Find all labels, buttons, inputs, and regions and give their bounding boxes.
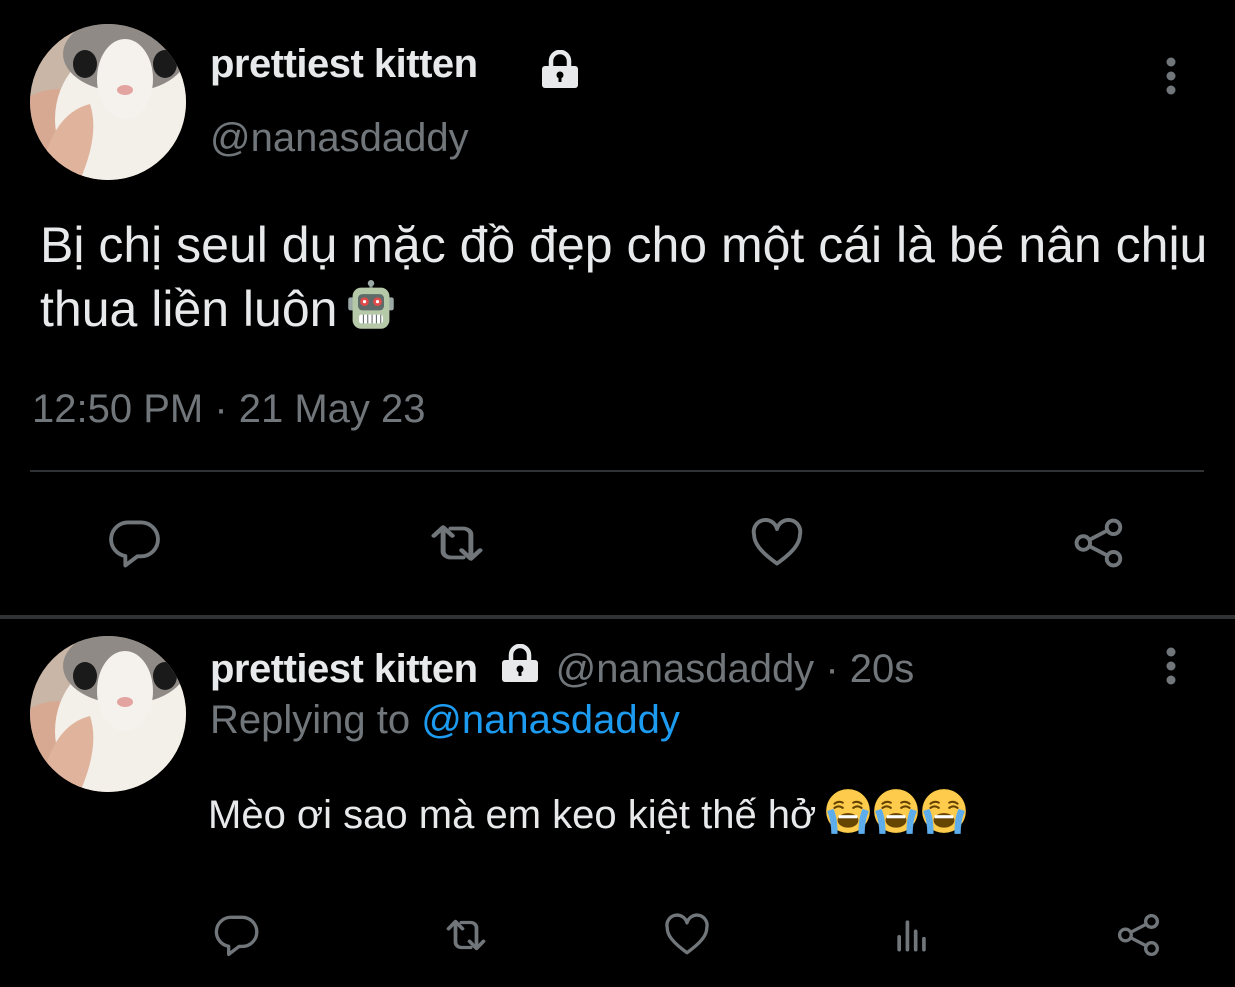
loudly-crying-face-emoji-icon <box>870 786 922 836</box>
retweet-button[interactable] <box>420 514 494 577</box>
more-options-icon[interactable] <box>1160 646 1182 691</box>
heart-icon <box>748 514 806 572</box>
reply-text: Mèo ơi sao mà em keo kiệt thế hở <box>208 786 966 846</box>
retweet-icon <box>420 514 494 572</box>
cat-avatar-image <box>30 24 186 180</box>
reply-text-content: Mèo ơi sao mà em keo kiệt thế hở <box>208 793 817 837</box>
loudly-crying-face-emoji-icon <box>918 786 970 836</box>
lock-icon <box>498 644 542 694</box>
retweet-button[interactable] <box>438 910 494 965</box>
reply-header: prettiest kitten @nanasdaddy · 20s <box>210 644 914 694</box>
more-options-icon[interactable] <box>1160 56 1182 101</box>
tweet-timestamp[interactable]: 12:50 PM · 21 May 23 <box>32 387 426 432</box>
replying-to-label: Replying to <box>210 698 411 742</box>
lock-icon <box>538 50 582 90</box>
divider <box>30 470 1204 472</box>
replying-to-line: Replying to @nanasdaddy <box>210 698 680 743</box>
like-button[interactable] <box>748 514 806 577</box>
share-button[interactable] <box>1070 514 1128 577</box>
reply-icon <box>212 910 262 960</box>
share-button[interactable] <box>1114 910 1164 965</box>
share-icon <box>1114 910 1164 960</box>
replying-to-handle-link[interactable]: @nanasdaddy <box>421 698 680 742</box>
retweet-icon <box>438 910 494 960</box>
stats-icon <box>890 910 934 960</box>
tweet-text-content: Bị chị seul dụ mặc đồ đẹp cho một cái là… <box>40 217 1208 337</box>
like-button[interactable] <box>662 910 712 965</box>
reply-icon <box>106 514 164 572</box>
display-name[interactable]: prettiest kitten <box>210 647 478 691</box>
tweet-text: Bị chị seul dụ mặc đồ đẹp cho một cái là… <box>40 213 1220 347</box>
robot-face-emoji-icon <box>345 280 397 347</box>
section-divider <box>0 615 1235 619</box>
cat-avatar-image <box>30 636 186 792</box>
reply-time[interactable]: 20s <box>850 647 915 691</box>
separator-dot: · <box>825 647 839 691</box>
user-handle[interactable]: @nanasdaddy <box>556 647 815 691</box>
tweet-page: prettiest kitten @nanasdaddy Bị chị seul… <box>0 0 1235 987</box>
avatar[interactable] <box>30 24 186 180</box>
display-name[interactable]: prettiest kitten <box>210 42 478 87</box>
avatar[interactable] <box>30 636 186 792</box>
emoji-group <box>822 786 966 846</box>
heart-icon <box>662 910 712 960</box>
reply-button[interactable] <box>212 910 262 965</box>
user-handle[interactable]: @nanasdaddy <box>210 116 469 161</box>
loudly-crying-face-emoji-icon <box>822 786 874 836</box>
views-button[interactable] <box>890 910 934 965</box>
reply-button[interactable] <box>106 514 164 577</box>
share-icon <box>1070 514 1128 572</box>
